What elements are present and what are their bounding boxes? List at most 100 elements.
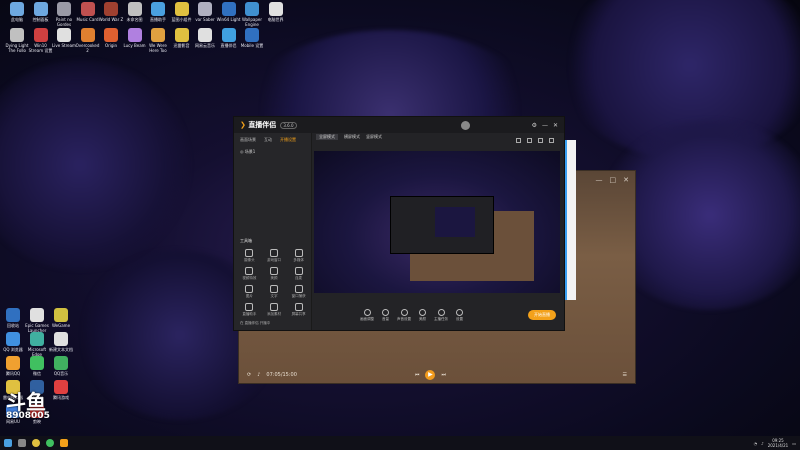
desktop-icon[interactable]: Music Card	[75, 0, 101, 22]
app-icon	[104, 28, 118, 42]
desktop-icon-label: 迅雷影音	[173, 43, 190, 48]
tool-item[interactable]: 摄像头	[238, 249, 261, 263]
notification-icon[interactable]: ▭	[792, 441, 796, 446]
desktop-icon[interactable]: 新建文本文档	[48, 330, 74, 352]
desktop-icon[interactable]: Paint no Gordes	[51, 0, 77, 27]
desktop-icon[interactable]: 电脑世界	[263, 0, 289, 22]
desktop-icon[interactable]: 未命名图	[122, 0, 148, 22]
settings-icon[interactable]: ⚙	[532, 122, 537, 129]
desktop-icon[interactable]: 控制面板	[28, 0, 54, 22]
desktop-icon[interactable]: Win10 Stream 设置	[28, 26, 54, 53]
network-icon[interactable]: ◔	[754, 441, 758, 446]
scene-item[interactable]: ◎ 场景1	[234, 147, 311, 157]
bottom-tool-item[interactable]: 画面调整	[360, 308, 374, 322]
tool-item[interactable]: 美颜	[263, 267, 286, 281]
desktop-icon[interactable]: WeGame	[48, 306, 74, 328]
desktop-icon[interactable]: World War Z	[98, 0, 124, 22]
app-icon	[33, 2, 48, 16]
desktop-icon[interactable]: 腾讯QQ	[0, 354, 26, 376]
bottom-tool-item[interactable]: 音量	[382, 308, 389, 322]
bottom-tool-item[interactable]: 声音设置	[397, 308, 411, 322]
desktop-icon[interactable]: 蓝图小组件	[169, 0, 195, 22]
tool-icon	[269, 303, 278, 311]
maximize-icon[interactable]: □	[610, 176, 617, 184]
desktop-icon[interactable]: Epic Games Launcher	[24, 306, 50, 333]
tool-item[interactable]: 窗口捕获	[287, 285, 310, 299]
desktop-icon[interactable]: Microsoft Edge	[24, 330, 50, 357]
app-icon	[30, 332, 44, 346]
desktop-icon[interactable]: 回收站	[0, 306, 26, 328]
list-icon[interactable]: ☰	[623, 372, 627, 378]
desktop-icon[interactable]: 此电脑	[4, 0, 30, 22]
desktop-icon[interactable]: Wallpaper Engine	[239, 0, 265, 27]
layout-icon[interactable]	[516, 138, 521, 143]
fullscreen-icon[interactable]	[549, 138, 554, 143]
browser-icon[interactable]	[32, 439, 40, 447]
live-app-icon[interactable]	[60, 439, 68, 447]
app-icon	[57, 2, 71, 16]
desktop-icon[interactable]: 微信	[24, 354, 50, 376]
tab-scene[interactable]: 画面场景	[240, 137, 256, 143]
desktop-icon-label: Lucy Beam	[123, 43, 146, 48]
tool-item[interactable]: 文字	[263, 285, 286, 299]
tool-item[interactable]: 添加素材	[263, 303, 286, 317]
nested-app-window	[390, 196, 494, 254]
app-icon	[221, 2, 236, 16]
tool-label: 添加素材	[266, 312, 281, 316]
bottom-tool-item[interactable]: 设置	[456, 308, 463, 322]
desktop-icon[interactable]: We Were Here Too	[145, 26, 171, 53]
play-button[interactable]: ▶	[425, 370, 436, 380]
left-tabs: 画面场景 互动 开播设置	[234, 133, 311, 147]
desktop-icon-label: QQ音乐	[53, 371, 69, 376]
clock[interactable]: 09:25 2021/4/21	[768, 438, 789, 448]
screenshot-icon[interactable]	[527, 138, 532, 143]
desktop-icon[interactable]: 直播伴侣	[216, 26, 242, 48]
tool-item[interactable]: 直播助手	[238, 303, 261, 317]
next-icon[interactable]: ⏭	[441, 372, 446, 378]
desktop-icon[interactable]: 直播助手	[145, 0, 171, 22]
record-icon[interactable]	[538, 138, 543, 143]
loop-icon[interactable]: ⟳	[247, 372, 251, 378]
desktop-icon[interactable]: Overcooked 2	[75, 26, 101, 53]
close-icon[interactable]: ✕	[623, 176, 629, 184]
start-icon[interactable]	[4, 439, 12, 447]
tool-item[interactable]: 连麦	[287, 267, 310, 281]
desktop-icon[interactable]: QQ 浏览器	[0, 330, 26, 352]
volume-icon[interactable]: ♪	[761, 441, 764, 446]
search-icon[interactable]	[18, 439, 26, 447]
bottom-tool-item[interactable]: 美颜	[419, 308, 426, 322]
preview-tab-landscape[interactable]: 横屏模式	[344, 134, 360, 140]
close-icon[interactable]: ✕	[553, 122, 558, 129]
desktop-icon[interactable]: Origin	[98, 26, 124, 48]
desktop-icon[interactable]: Live Stream	[51, 26, 77, 48]
tab-interact[interactable]: 互动	[264, 137, 272, 143]
preview-tab-portrait[interactable]: 竖屏模式	[366, 134, 382, 140]
bottom-tool-label: 设置	[456, 316, 463, 321]
previous-icon[interactable]: ⏮	[415, 372, 420, 378]
chat-icon[interactable]	[46, 439, 54, 447]
tool-item[interactable]: 图片	[238, 285, 261, 299]
go-live-button[interactable]: 开始直播	[528, 310, 556, 320]
desktop-icon[interactable]: Lucy Beam	[122, 26, 148, 48]
tab-live-settings[interactable]: 开播设置	[280, 137, 296, 143]
bottom-tool-item[interactable]: 主播任务	[434, 308, 448, 322]
live-preview[interactable]	[314, 151, 560, 293]
tool-item[interactable]: 游戏窗口	[263, 249, 286, 263]
desktop-icon[interactable]: 网易云音乐	[192, 26, 218, 48]
tool-item[interactable]: 屏幕共享	[287, 303, 310, 317]
desktop-icon[interactable]: var Saber	[192, 0, 218, 22]
minimize-icon[interactable]: —	[596, 176, 603, 184]
desktop-icon[interactable]: Win64 Light	[216, 0, 242, 22]
tool-item[interactable]: 多媒体	[287, 249, 310, 263]
desktop-icon[interactable]: Mobile 设置	[239, 26, 265, 48]
desktop-icon[interactable]: 迅雷影音	[169, 26, 195, 48]
volume-icon[interactable]: ♪	[257, 372, 260, 378]
desktop-icon[interactable]: 腾讯游戏	[48, 378, 74, 400]
minimize-icon[interactable]: —	[542, 122, 548, 129]
avatar[interactable]	[460, 120, 470, 130]
desktop-icon[interactable]: QQ音乐	[48, 354, 74, 376]
desktop-icon[interactable]: Dying Light The Follo	[4, 26, 30, 53]
tool-item[interactable]: 视频特效	[238, 267, 261, 281]
preview-tab-full[interactable]: 全屏模式	[316, 134, 338, 140]
room-number: 8908005	[6, 411, 50, 421]
